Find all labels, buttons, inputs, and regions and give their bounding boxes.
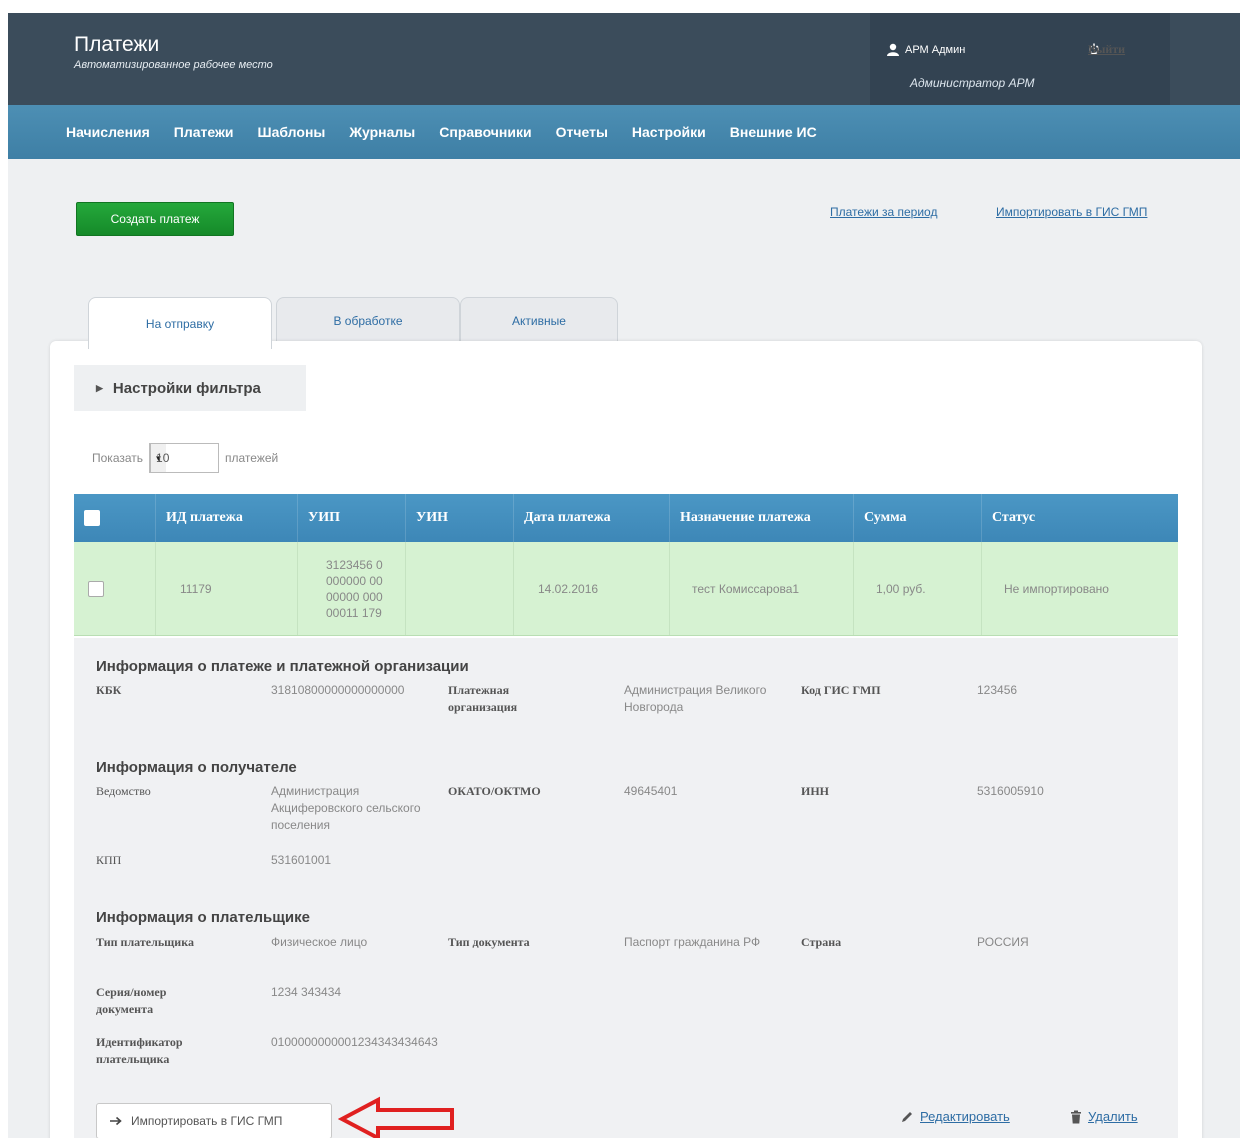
filter-settings-toggle[interactable]: ▶ Настройки фильтра <box>74 365 306 411</box>
kpp-value: 531601001 <box>271 853 332 867</box>
payer-type-value: Физическое лицо <box>271 935 368 949</box>
show-label: Показать <box>92 451 144 465</box>
inn-value: 5316005910 <box>977 784 1044 798</box>
logout-link[interactable]: Выйти <box>1088 42 1125 56</box>
page-size-value: 10 <box>156 450 170 465</box>
country-label: Страна <box>801 935 842 949</box>
doc-num-label: Серия/номер документа <box>96 985 167 1016</box>
import-gis-button[interactable]: Импортировать в ГИС ГМП <box>96 1103 332 1138</box>
col-header-status[interactable]: Статус <box>982 494 1178 542</box>
kpp-label: КПП <box>96 853 122 867</box>
dept-value: Администрация Акциферовского сельского п… <box>271 784 421 832</box>
user-name-label: АРМ Админ <box>905 43 966 56</box>
nav-item-reports[interactable]: Отчеты <box>544 105 620 159</box>
doc-type-label: Тип документа <box>448 935 530 949</box>
nav-item-directories[interactable]: Справочники <box>427 105 543 159</box>
cell-status: Не импортировано <box>1004 581 1109 596</box>
user-role: Администратор АРМ <box>910 76 1035 90</box>
page-size-select[interactable]: 10 ▼ <box>149 443 220 473</box>
cell-purpose: тест Комиссарова1 <box>670 542 854 635</box>
kbk-label: КБК <box>96 683 122 697</box>
doc-type-value: Паспорт гражданина РФ <box>624 935 761 949</box>
section-recipient-title: Информация о получателе <box>96 759 297 776</box>
arrow-right-icon <box>110 1116 122 1126</box>
col-header-uip[interactable]: УИП <box>298 494 406 542</box>
payments-period-link[interactable]: Платежи за период <box>830 205 937 219</box>
page-size-row: Показать 10 ▼ платежей <box>92 443 278 473</box>
logout-label: Выйти <box>1088 41 1126 56</box>
col-header-date[interactable]: Дата платежа <box>514 494 670 542</box>
cell-id: 11179 <box>156 542 298 635</box>
app-window: Платежи Автоматизированное рабочее место… <box>8 13 1240 1138</box>
table-row[interactable]: 11179 3123456 0000000 0000000 00000011 1… <box>74 542 1178 636</box>
org-value: Администрация Великого Новгорода <box>624 683 767 714</box>
nav-item-settings[interactable]: Настройки <box>620 105 718 159</box>
doc-num-value: 1234 343434 <box>271 985 342 999</box>
user-name[interactable]: АРМ Админ <box>886 43 965 56</box>
payer-id-value: 0100000000001234343434643 <box>271 1035 438 1049</box>
section-payer-title: Информация о плательщике <box>96 909 310 926</box>
nav-item-external-is[interactable]: Внешние ИС <box>718 105 829 159</box>
page-size-suffix: платежей <box>225 451 279 465</box>
edit-link[interactable]: Редактировать <box>900 1109 1010 1124</box>
filter-label: Настройки фильтра <box>112 379 261 397</box>
app-subtitle: Автоматизированное рабочее место <box>74 59 273 71</box>
cell-uin <box>406 542 514 635</box>
okato-value: 49645401 <box>624 784 678 798</box>
nav-item-templates[interactable]: Шаблоны <box>246 105 338 159</box>
trash-icon <box>1071 1110 1081 1123</box>
red-arrow-annotation-icon <box>338 1096 454 1138</box>
payer-type-label: Тип плательщика <box>96 935 194 949</box>
row-checkbox[interactable] <box>88 580 104 597</box>
table-header: ИД платежа УИП УИН Дата платежа Назначен… <box>74 494 1178 542</box>
col-header-id[interactable]: ИД платежа <box>156 494 298 542</box>
payment-details: Информация о платеже и платежной организ… <box>74 638 1178 1138</box>
tab-processing[interactable]: В обработке <box>276 297 460 343</box>
pencil-icon <box>902 1111 912 1122</box>
cell-sum: 1,00 руб. <box>854 542 982 635</box>
delete-label: Удалить <box>1088 1109 1138 1124</box>
delete-link[interactable]: Удалить <box>1070 1109 1138 1124</box>
country-value: РОССИЯ <box>977 935 1029 949</box>
section-payment-title: Информация о платеже и платежной организ… <box>96 658 469 675</box>
gis-code-label: Код ГИС ГМП <box>801 683 881 697</box>
user-panel: АРМ Админ Администратор АРМ Выйти <box>870 13 1170 105</box>
kbk-value: 31810800000000000000 <box>271 683 405 697</box>
app-title: Платежи <box>74 33 160 56</box>
tab-active[interactable]: Активные <box>460 297 618 343</box>
tab-to-send[interactable]: На отправку <box>88 297 272 349</box>
col-header-sum[interactable]: Сумма <box>854 494 982 542</box>
cell-uip: 3123456 0000000 0000000 00000011 179 <box>298 542 406 635</box>
nav-item-payments[interactable]: Платежи <box>162 105 246 159</box>
import-gis-link[interactable]: Импортировать в ГИС ГМП <box>996 205 1147 219</box>
payments-panel: ▶ Настройки фильтра Показать 10 ▼ платеж… <box>50 341 1202 1138</box>
header-bar: Платежи Автоматизированное рабочее место… <box>8 13 1240 105</box>
nav-item-accruals[interactable]: Начисления <box>54 105 162 159</box>
inn-label: ИНН <box>801 784 830 798</box>
nav-item-journals[interactable]: Журналы <box>337 105 427 159</box>
okato-label: ОКАТО/ОКТМО <box>448 784 541 798</box>
create-payment-button[interactable]: Создать платеж <box>76 202 234 236</box>
payer-id-label: Идентификатор плательщика <box>96 1035 183 1066</box>
org-label: Платежная организация <box>448 683 518 714</box>
user-icon <box>887 43 899 56</box>
caret-right-icon: ▶ <box>96 382 103 393</box>
cell-date: 14.02.2016 <box>514 542 670 635</box>
edit-label: Редактировать <box>920 1109 1010 1124</box>
import-button-label: Импортировать в ГИС ГМП <box>131 1114 283 1128</box>
row-select-cell <box>74 542 156 635</box>
main-nav: Начисления Платежи Шаблоны Журналы Справ… <box>8 105 1240 159</box>
select-all-checkbox[interactable] <box>84 510 100 526</box>
gis-code-value: 123456 <box>977 683 1018 697</box>
col-header-uin[interactable]: УИН <box>406 494 514 542</box>
header-select-all <box>74 494 156 542</box>
dept-label: Ведомство <box>96 784 151 798</box>
col-header-purpose[interactable]: Назначение платежа <box>670 494 854 542</box>
payments-table: ИД платежа УИП УИН Дата платежа Назначен… <box>74 494 1178 636</box>
